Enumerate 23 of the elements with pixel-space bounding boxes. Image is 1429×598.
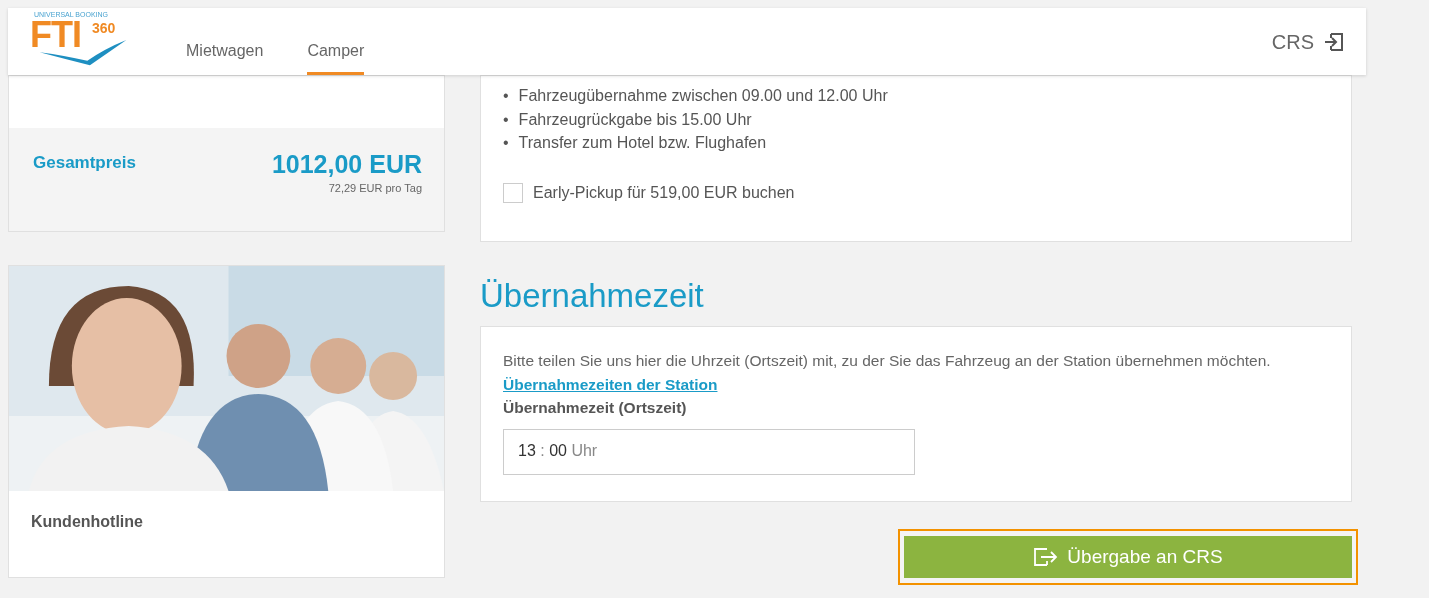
total-label: Gesamtpreis (33, 153, 136, 174)
station-times-link[interactable]: Übernahmezeiten der Station (503, 376, 718, 393)
list-item: Fahrzeugrückgabe bis 15.00 Uhr (518, 109, 752, 130)
section-heading: Übernahmezeit (480, 276, 705, 316)
crs-link[interactable]: CRS (1271, 30, 1346, 54)
checkbox[interactable] (503, 182, 523, 203)
field-label: Übernahmezeit (Ortszeit) (503, 399, 688, 417)
list-marker: • (503, 86, 509, 106)
list-marker: • (503, 109, 509, 130)
description: Bitte teilen Sie uns hier die Uhrzeit (Ortszeit) mit, zu der Sie das Fahrzeug an der Station übernehmen möchten. Übernahmezeiten der Station (503, 351, 1272, 395)
total-price: 1012,00 EUR (271, 150, 422, 179)
logo-text: 360 (92, 20, 116, 36)
sign-out-icon (1033, 547, 1060, 567)
logo-text: FTI (30, 17, 81, 53)
list-item: Fahrzeugübernahme zwischen 09.00 und 12.00 Uhr (518, 86, 888, 106)
list-marker: • (503, 133, 509, 153)
sign-in-icon (1322, 30, 1346, 54)
hotline-label: Kundenhotline (31, 513, 144, 531)
checkbox-label: Early-Pickup für 519,00 EUR buchen (533, 183, 795, 202)
time-input-field[interactable]: 13 : 00 Uhr (503, 429, 915, 475)
nav-tab[interactable]: Mietwagen (186, 8, 264, 75)
price-per-day: 72,29 EUR pro Tag (328, 182, 422, 194)
list-item: Transfer zum Hotel bzw. Flughafen (518, 133, 767, 153)
